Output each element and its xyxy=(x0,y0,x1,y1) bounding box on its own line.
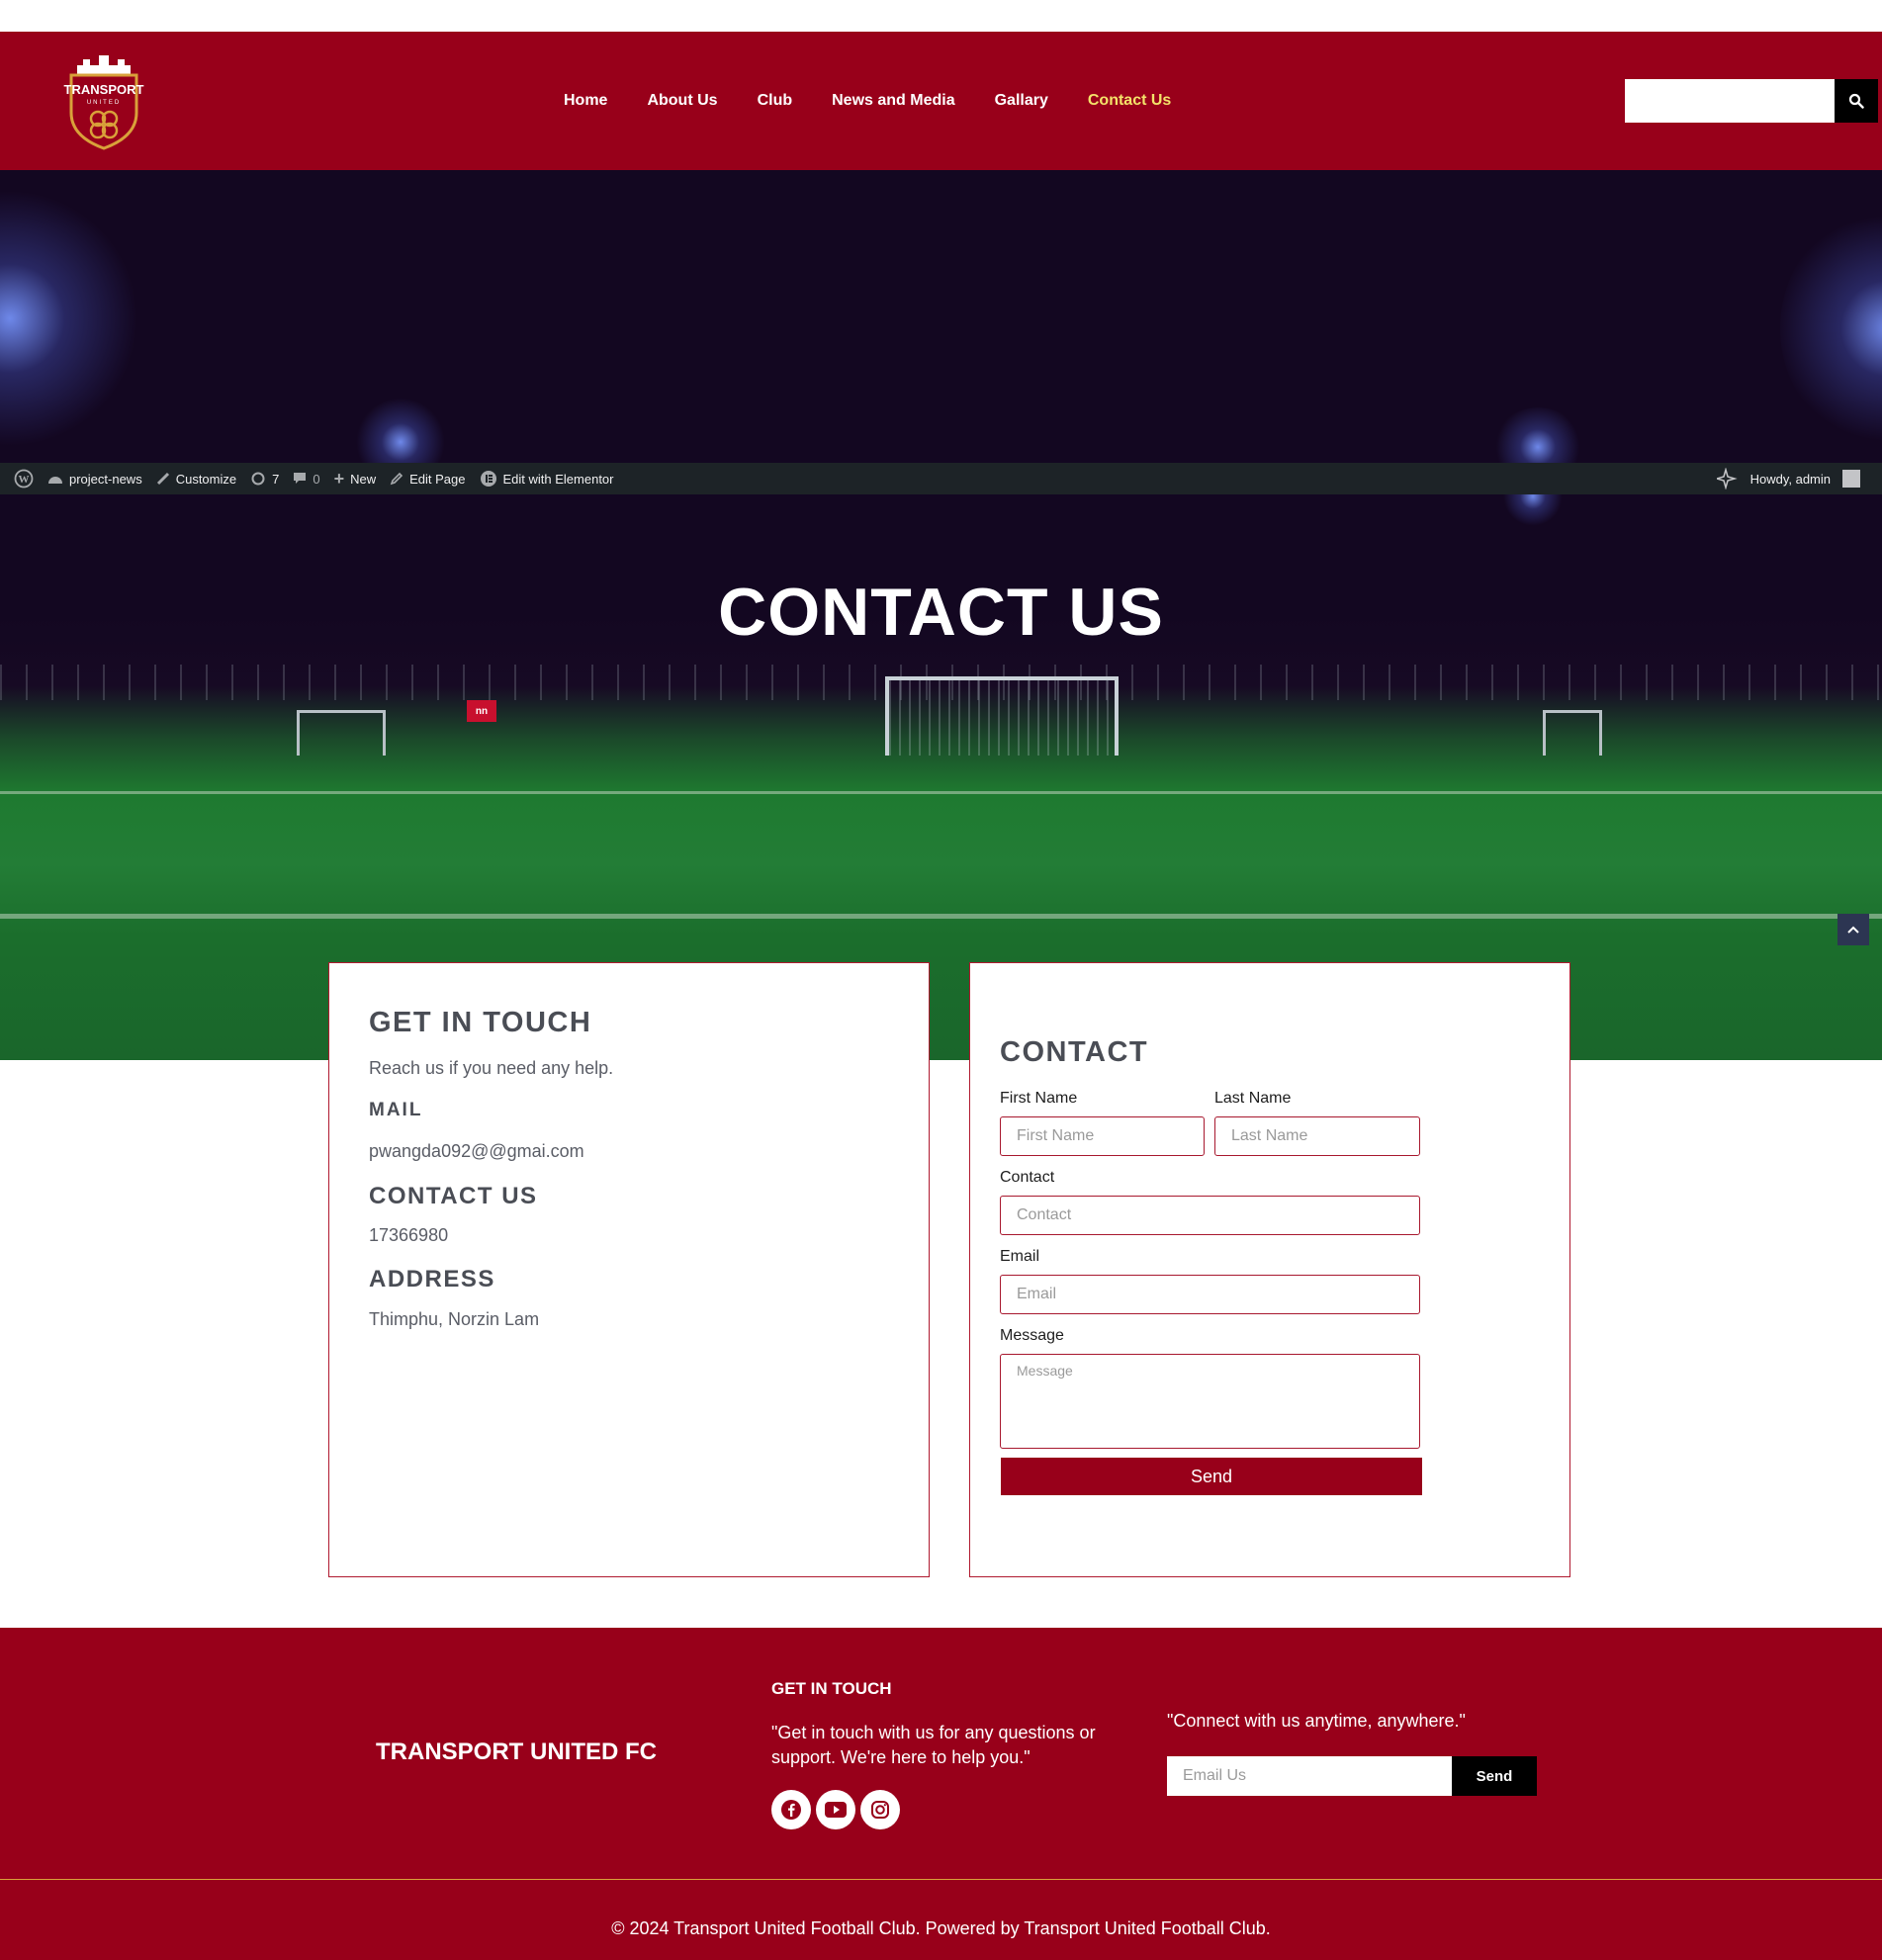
email-label: Email xyxy=(1000,1248,1040,1265)
wp-admin-bar: W project-news Customize 7 0 + New Edit … xyxy=(0,463,1882,494)
message-label: Message xyxy=(1000,1327,1064,1344)
admin-new-label: New xyxy=(350,471,377,487)
updates-icon xyxy=(251,472,265,486)
copyright-text: © 2024 Transport United Football Club. P… xyxy=(611,1918,1271,1938)
footer-brand: TRANSPORT UNITED FC xyxy=(376,1738,657,1765)
stadium-light xyxy=(0,190,138,447)
message-field[interactable]: Message xyxy=(1000,1354,1420,1449)
address-value: Thimphu, Norzin Lam xyxy=(369,1309,540,1329)
pencil-icon xyxy=(390,472,403,486)
last-name-field[interactable]: Last Name xyxy=(1214,1116,1420,1156)
admin-updates-link[interactable]: 7 xyxy=(250,471,279,487)
plus-icon: + xyxy=(333,468,345,489)
hero-banner: nn CONTACT US xyxy=(0,170,1882,1060)
footer-send-button[interactable]: Send xyxy=(1452,1756,1537,1796)
send-button[interactable]: Send xyxy=(1001,1458,1422,1495)
facebook-link[interactable] xyxy=(771,1790,811,1829)
footer-get-in-touch-heading: GET IN TOUCH xyxy=(771,1679,892,1698)
avatar[interactable] xyxy=(1842,470,1860,488)
info-intro: Reach us if you need any help. xyxy=(369,1058,614,1078)
contact-field[interactable]: Contact xyxy=(1000,1196,1420,1235)
club-logo[interactable]: TRANSPORT UNITED xyxy=(63,51,144,150)
logo-subtext: UNITED xyxy=(87,100,121,106)
nav-contact-us[interactable]: Contact Us xyxy=(1088,92,1171,110)
footer-divider xyxy=(0,1879,1882,1880)
admin-howdy[interactable]: Howdy, admin xyxy=(1750,472,1831,487)
footer-quote: "Connect with us anytime, anywhere." xyxy=(1167,1711,1466,1731)
email-field[interactable]: Email xyxy=(1000,1275,1420,1314)
last-name-label: Last Name xyxy=(1214,1090,1292,1107)
address-heading: ADDRESS xyxy=(369,1266,495,1292)
footer-email-input[interactable]: Email Us xyxy=(1167,1756,1452,1796)
admin-elementor-label: Edit with Elementor xyxy=(502,471,614,487)
admin-comments-link[interactable]: 0 xyxy=(293,471,320,487)
admin-elementor-link[interactable]: Edit with Elementor xyxy=(480,470,614,488)
wordpress-icon: W xyxy=(14,469,34,489)
instagram-icon xyxy=(871,1801,889,1819)
first-name-field[interactable]: First Name xyxy=(1000,1116,1205,1156)
social-links xyxy=(771,1790,900,1829)
comment-icon xyxy=(294,473,307,484)
admin-edit-page-link[interactable]: Edit Page xyxy=(390,471,466,487)
admin-edit-page-label: Edit Page xyxy=(409,471,466,487)
dashboard-icon xyxy=(48,477,62,484)
search-button[interactable] xyxy=(1835,79,1878,123)
pitch-line xyxy=(0,791,1882,794)
site-footer: TRANSPORT UNITED FC GET IN TOUCH "Get in… xyxy=(0,1628,1882,1960)
contact-form-card: CONTACT First Name Last Name First Name … xyxy=(969,962,1570,1577)
admin-customize-label: Customize xyxy=(175,471,237,487)
svg-text:W: W xyxy=(19,474,30,486)
search-icon xyxy=(1848,93,1864,109)
nav-news-and-media[interactable]: News and Media xyxy=(832,92,954,110)
facebook-icon xyxy=(781,1800,801,1820)
admin-bar-right: Howdy, admin xyxy=(1716,463,1860,494)
site-header: TRANSPORT UNITED Home About Us Club News… xyxy=(0,32,1882,170)
scroll-to-top-button[interactable] xyxy=(1837,914,1869,945)
nav-gallary[interactable]: Gallary xyxy=(995,92,1048,110)
first-name-label: First Name xyxy=(1000,1090,1078,1107)
nav-about-us[interactable]: About Us xyxy=(647,92,717,110)
brush-icon xyxy=(156,472,169,486)
stadium-light xyxy=(1780,210,1882,447)
admin-updates-count: 7 xyxy=(272,471,280,487)
small-goal xyxy=(1543,710,1602,756)
get-in-touch-card: GET IN TOUCH Reach us if you need any he… xyxy=(328,962,930,1577)
youtube-link[interactable] xyxy=(816,1790,855,1829)
main-nav: Home About Us Club News and Media Gallar… xyxy=(564,32,1210,170)
instagram-link[interactable] xyxy=(860,1790,900,1829)
stadium-signboard: nn xyxy=(467,700,496,722)
logo-text: TRANSPORT xyxy=(64,82,144,97)
admin-customize-link[interactable]: Customize xyxy=(156,472,236,487)
admin-site-link[interactable]: project-news xyxy=(47,472,142,487)
chevron-up-icon xyxy=(1847,926,1859,934)
admin-new-link[interactable]: + New xyxy=(334,469,377,490)
nav-home[interactable]: Home xyxy=(564,92,607,110)
nav-club[interactable]: Club xyxy=(758,92,793,110)
contact-heading: CONTACT US xyxy=(369,1183,538,1209)
admin-site-name: project-news xyxy=(69,471,142,487)
football-goal xyxy=(885,676,1119,756)
elementor-icon xyxy=(480,471,496,487)
form-heading: CONTACT xyxy=(1000,1036,1149,1068)
footer-get-in-touch-text: "Get in touch with us for any questions … xyxy=(771,1723,1096,1767)
contact-label: Contact xyxy=(1000,1169,1055,1186)
small-goal xyxy=(297,710,386,756)
page-title: CONTACT US xyxy=(718,575,1164,650)
youtube-icon xyxy=(825,1802,847,1818)
contact-value: 17366980 xyxy=(369,1225,449,1245)
search-input[interactable] xyxy=(1625,79,1835,123)
pitch-line xyxy=(0,914,1882,919)
mail-value: pwangda092@@gmai.com xyxy=(369,1141,584,1161)
mail-heading: MAIL xyxy=(369,1100,423,1120)
admin-comments-count: 0 xyxy=(313,471,320,487)
wordpress-logo[interactable]: W xyxy=(14,469,34,489)
ai-sparkle-icon[interactable] xyxy=(1716,468,1739,490)
info-heading: GET IN TOUCH xyxy=(369,1007,592,1038)
